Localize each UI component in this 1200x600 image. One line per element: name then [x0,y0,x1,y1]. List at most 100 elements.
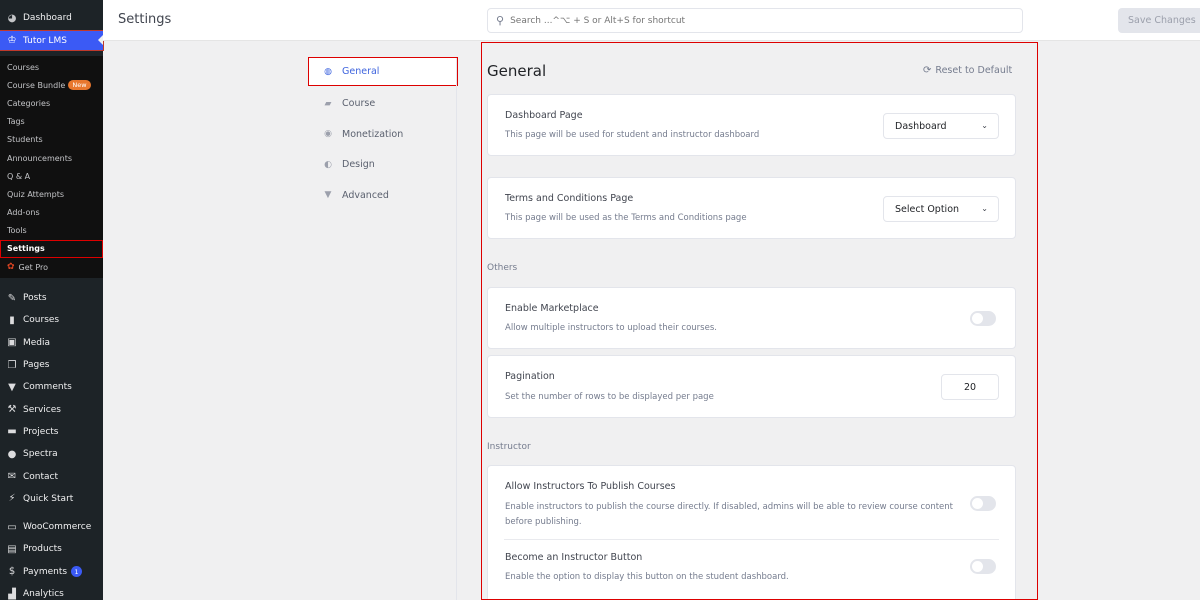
book-open-icon: ▰ [324,98,332,109]
setting-title: Enable Marketplace [505,303,599,314]
sidebar-item-services[interactable]: ⚒ Services [0,398,103,420]
setting-description: This page will be used for student and i… [505,130,760,140]
pagination-card: Pagination Set the number of rows to be … [487,355,1016,418]
woo-icon: ▭ [7,521,17,533]
reset-to-default-button[interactable]: ⟳ Reset to Default [923,65,1012,76]
setting-description: Allow multiple instructors to upload the… [505,323,717,333]
chart-icon: ▟ [8,588,16,600]
sidebar-item-payments[interactable]: $ Payments 1 [0,561,103,583]
globe-icon: ◍ [324,66,332,77]
admin-sidebar: ◕ Dashboard ♔ Tutor LMS Courses Course B… [0,0,104,600]
setting-description: This page will be used as the Terms and … [505,213,747,223]
instructor-settings-card: Allow Instructors To Publish Courses Ena… [487,465,1016,599]
pin-icon: ✎ [7,292,17,304]
dashboard-page-select[interactable]: Dashboard ⌄ [883,113,999,139]
pagination-input[interactable] [941,374,999,400]
tutor-icon: ♔ [7,35,17,46]
settings-tab-advanced[interactable]: ▼ Advanced [309,180,457,211]
terms-page-select[interactable]: Select Option ⌄ [883,196,999,222]
settings-tab-course[interactable]: ▰ Course [309,89,457,120]
toggle-knob [972,498,983,509]
sidebar-item-posts[interactable]: ✎ Posts [0,287,103,309]
submenu-item-courses[interactable]: Courses [0,58,103,76]
book-icon: ▮ [9,314,15,326]
sidebar-item-contact[interactable]: ✉ Contact [0,465,103,487]
dashboard-page-card: Dashboard Page This page will be used fo… [487,94,1016,156]
marketplace-card: Enable Marketplace Allow multiple instru… [487,287,1016,349]
publish-courses-toggle[interactable] [970,496,996,511]
setting-title: Become an Instructor Button [505,552,643,563]
settings-tab-general[interactable]: ◍ General [308,57,458,86]
row-divider [504,539,999,540]
section-label-others: Others [487,263,518,273]
sidebar-item-pages[interactable]: ❐ Pages [0,354,103,376]
submenu-item-tags[interactable]: Tags [0,113,103,131]
sidebar-item-spectra[interactable]: ● Spectra [0,443,103,465]
chevron-down-icon: ⌄ [981,204,988,213]
sidebar-item-projects[interactable]: ▬ Projects [0,421,103,443]
sidebar-item-dashboard[interactable]: ◕ Dashboard [0,9,103,27]
search-icon: ⚲ [496,14,505,27]
settings-tab-design[interactable]: ◐ Design [309,150,457,181]
archive-icon: ▤ [7,543,17,555]
tutor-submenu: Courses Course Bundle New Categories Tags… [0,56,103,278]
toggle-knob [972,561,983,572]
sidebar-item-tutor-lms[interactable]: ♔ Tutor LMS [0,30,104,51]
award-icon: ✿ [7,262,15,273]
media-icon: ▣ [7,337,17,349]
nav-divider [456,58,457,600]
submenu-item-announcements[interactable]: Announcements [0,149,103,167]
toggle-knob [972,313,983,324]
submenu-item-students[interactable]: Students [0,131,103,149]
dashboard-icon: ◕ [7,12,17,24]
page-header: Settings ⚲ Save Changes [103,0,1200,41]
section-label-instructor: Instructor [487,442,531,452]
sidebar-item-comments[interactable]: ▼ Comments [0,376,103,398]
filter-icon: ▼ [324,190,332,201]
become-instructor-toggle[interactable] [970,559,996,574]
section-title: General [487,62,547,80]
settings-tab-monetization[interactable]: ◉ Monetization [309,119,457,150]
settings-nav: ◍ General ▰ Course ◉ Monetization ◐ Design ▼… [308,57,458,211]
new-badge: New [68,80,91,91]
setting-title: Allow Instructors To Publish Courses [505,481,676,492]
submenu-item-tools[interactable]: Tools [0,222,103,240]
search-box[interactable]: ⚲ [487,8,1023,33]
comment-icon: ▼ [8,381,16,393]
submenu-item-course-bundle[interactable]: Course Bundle New [0,76,103,94]
submenu-item-categories[interactable]: Categories [0,94,103,112]
sidebar-item-analytics[interactable]: ▟ Analytics [0,583,103,600]
marketplace-toggle[interactable] [970,311,996,326]
refresh-icon: ⟳ [923,65,932,76]
money-icon: ◉ [324,129,332,140]
sidebar-item-woocommerce[interactable]: ▭ WooCommerce [0,516,103,538]
submenu-item-quiz-attempts[interactable]: Quiz Attempts [0,185,103,203]
setting-description: Set the number of rows to be displayed p… [505,392,714,402]
sidebar-item-courses[interactable]: ▮ Courses [0,309,103,331]
sidebar-item-media[interactable]: ▣ Media [0,332,103,354]
submenu-item-get-pro[interactable]: ✿ Get Pro [0,258,103,276]
palette-icon: ◐ [324,159,332,170]
count-badge: 1 [71,566,83,578]
wrench-icon: ⚒ [7,404,17,416]
submenu-item-add-ons[interactable]: Add-ons [0,204,103,222]
spectra-icon: ● [7,448,17,460]
folder-icon: ▬ [7,426,17,438]
submenu-item-settings[interactable]: Settings [0,239,103,259]
chevron-down-icon: ⌄ [981,121,988,130]
terms-page-card: Terms and Conditions Page This page will… [487,177,1016,239]
search-input[interactable] [510,15,991,26]
setting-title: Terms and Conditions Page [505,193,634,204]
save-changes-button[interactable]: Save Changes [1118,8,1200,33]
setting-title: Pagination [505,371,555,382]
sidebar-item-products[interactable]: ▤ Products [0,538,103,560]
dollar-icon: $ [8,566,16,578]
pages-icon: ❐ [7,359,17,371]
setting-title: Dashboard Page [505,110,583,121]
setting-description: Enable instructors to publish the course… [505,502,953,527]
general-settings-panel: General ⟳ Reset to Default Dashboard Pag… [481,42,1038,600]
mail-icon: ✉ [7,471,17,483]
sidebar-item-quick-start[interactable]: ⚡ Quick Start [0,488,103,510]
setting-description: Enable the option to display this button… [505,572,789,582]
submenu-item-qa[interactable]: Q & A [0,167,103,185]
